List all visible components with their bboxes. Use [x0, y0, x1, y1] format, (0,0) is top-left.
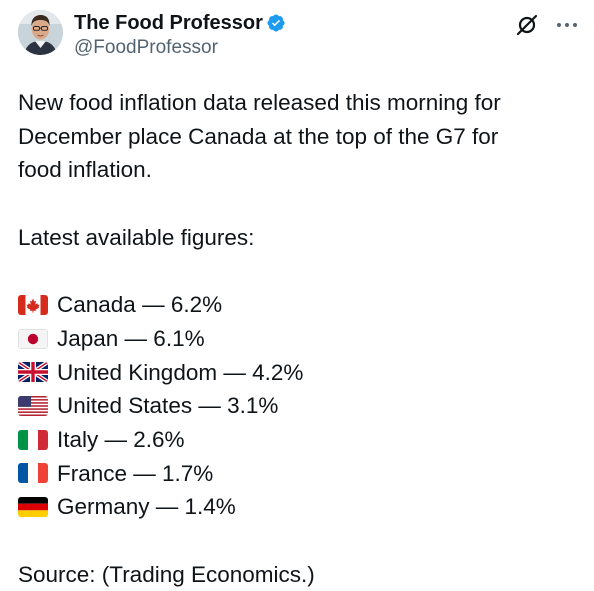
country-label: Japan — 6.1%: [57, 325, 205, 351]
tweet-header: The Food Professor @FoodProfessor: [18, 8, 578, 60]
france-flag-icon: [18, 463, 48, 484]
tweet-intro-line: December place Canada at the top of the …: [18, 123, 499, 149]
avatar[interactable]: [18, 10, 63, 55]
grok-icon: [516, 14, 538, 36]
japan-flag-icon: [18, 328, 48, 349]
verified-badge-icon[interactable]: [266, 13, 286, 33]
more-icon: [557, 23, 577, 27]
tweet-text: New food inflation data released this mo…: [18, 86, 584, 591]
country-label: Canada — 6.2%: [57, 292, 223, 318]
tweet-subheading: Latest available figures:: [18, 224, 255, 250]
country-row-canada: Canada — 6.2%: [18, 288, 584, 322]
more-options-button[interactable]: [556, 12, 578, 38]
country-row-germany: Germany — 1.4%: [18, 490, 584, 524]
country-row-united-kingdom: United Kingdom — 4.2%: [18, 356, 584, 390]
header-actions: [514, 12, 578, 38]
country-label: United Kingdom — 4.2%: [57, 359, 304, 385]
canada-flag-icon: [18, 294, 48, 315]
us-flag-icon: [18, 396, 48, 417]
germany-flag-icon: [18, 497, 48, 518]
italy-flag-icon: [18, 429, 48, 450]
avatar-image: [18, 10, 63, 55]
country-row-united-states: United States — 3.1%: [18, 389, 584, 423]
country-row-france: France — 1.7%: [18, 457, 584, 491]
country-label: Germany — 1.4%: [57, 494, 236, 520]
uk-flag-icon: [18, 362, 48, 383]
grok-button[interactable]: [514, 12, 540, 38]
tweet-intro-line: food inflation.: [18, 157, 152, 183]
country-label: France — 1.7%: [57, 460, 214, 486]
tweet-source: Source: (Trading Economics.): [18, 561, 315, 587]
author-info: The Food Professor @FoodProfessor: [74, 10, 286, 60]
display-name[interactable]: The Food Professor: [74, 10, 263, 36]
country-row-japan: Japan — 6.1%: [18, 322, 584, 356]
handle[interactable]: @FoodProfessor: [74, 36, 286, 60]
tweet-intro-line: New food inflation data released this mo…: [18, 90, 501, 115]
country-label: United States — 3.1%: [57, 393, 279, 419]
name-row: The Food Professor: [74, 10, 286, 36]
country-label: Italy — 2.6%: [57, 426, 185, 452]
country-row-italy: Italy — 2.6%: [18, 423, 584, 457]
